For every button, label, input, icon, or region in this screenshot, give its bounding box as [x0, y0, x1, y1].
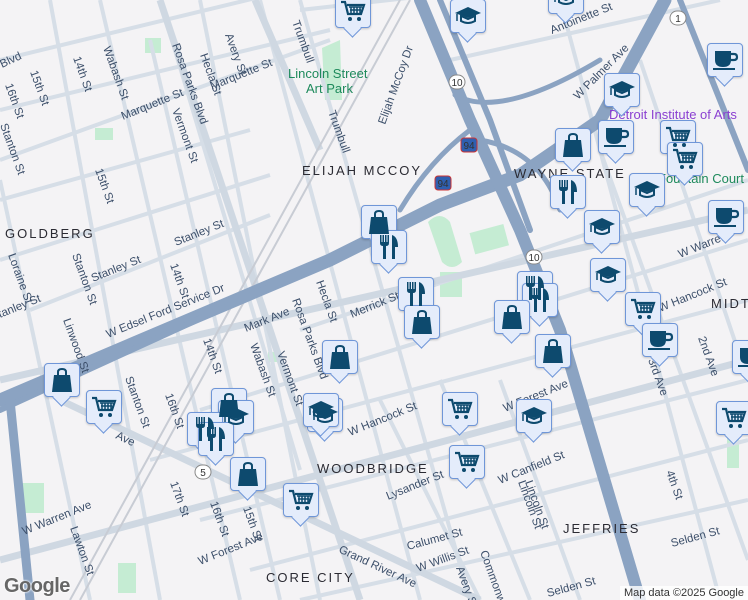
park-label[interactable]: Art Park: [306, 81, 353, 96]
cart-marker[interactable]: [86, 390, 122, 424]
restaurant-marker[interactable]: [522, 283, 558, 317]
graduation-cap-icon: [633, 179, 661, 201]
coffee-marker[interactable]: [642, 323, 678, 357]
street-label: 15th St: [92, 167, 116, 206]
park-label[interactable]: Lincoln Street: [288, 66, 368, 81]
graduation-cap-marker[interactable]: [450, 0, 486, 33]
shopping-bag-icon: [500, 304, 524, 330]
restaurant-icon: [204, 425, 228, 453]
shield-number: 1: [675, 14, 681, 25]
restaurant-icon: [528, 286, 552, 314]
shopping-bag-marker[interactable]: [555, 128, 591, 162]
restaurant-icon: [377, 233, 401, 261]
street-label: 4th St: [663, 469, 685, 502]
interstate-shield: 94: [460, 137, 478, 153]
shopping-bag-icon: [561, 132, 585, 158]
cart-icon: [454, 450, 480, 474]
coffee-icon: [646, 328, 674, 352]
cart-marker[interactable]: [442, 392, 478, 426]
graduation-cap-marker[interactable]: [590, 258, 626, 292]
coffee-icon: [602, 125, 630, 149]
graduation-cap-marker[interactable]: [604, 73, 640, 107]
shopping-bag-marker[interactable]: [494, 300, 530, 334]
graduation-cap-icon: [588, 216, 616, 238]
street-label: Avery St: [453, 565, 479, 600]
shield-number: 94: [437, 179, 449, 190]
shopping-bag-icon: [50, 367, 74, 393]
graduation-cap-icon: [520, 405, 548, 427]
street-label: Wabash St: [100, 45, 131, 102]
coffee-marker[interactable]: [732, 340, 748, 374]
neighborhood-label: JEFFRIES: [563, 521, 640, 536]
neighborhood-label: WOODBRIDGE: [317, 461, 429, 476]
state-route-shield: 10: [448, 74, 466, 90]
shopping-bag-marker[interactable]: [322, 340, 358, 374]
coffee-icon: [711, 48, 739, 72]
cart-marker[interactable]: [449, 445, 485, 479]
graduation-cap-marker[interactable]: [548, 0, 584, 14]
shield-number: 10: [451, 78, 463, 89]
cart-icon: [721, 406, 747, 430]
graduation-cap-icon: [307, 399, 335, 421]
coffee-marker[interactable]: [707, 43, 743, 77]
google-logo[interactable]: Google: [4, 575, 70, 598]
shield-number: 10: [528, 253, 540, 264]
cart-marker[interactable]: [716, 401, 748, 435]
cart-icon: [340, 0, 366, 23]
cart-marker[interactable]: [667, 142, 703, 176]
cart-marker[interactable]: [625, 292, 661, 326]
shopping-bag-marker[interactable]: [44, 363, 80, 397]
cart-marker[interactable]: [283, 483, 319, 517]
shopping-bag-icon: [410, 309, 434, 335]
shopping-bag-marker[interactable]: [535, 334, 571, 368]
shield-number: 5: [200, 468, 206, 479]
restaurant-icon: [404, 280, 428, 308]
graduation-cap-marker[interactable]: [584, 210, 620, 244]
graduation-cap-icon: [454, 5, 482, 27]
shopping-bag-icon: [367, 209, 391, 235]
state-route-shield: 1: [669, 10, 687, 26]
neighborhood-label: GOLDBERG: [5, 226, 95, 241]
restaurant-marker[interactable]: [550, 175, 586, 209]
neighborhood-label: ELIJAH MCCOY: [302, 163, 422, 178]
street-label: Selden St: [670, 525, 722, 550]
cart-icon: [91, 395, 117, 419]
state-route-shield: 10: [525, 249, 543, 265]
cart-icon: [630, 297, 656, 321]
shield-number: 94: [463, 141, 475, 152]
interstate-shield: 94: [434, 175, 452, 191]
coffee-icon: [712, 205, 740, 229]
cart-icon: [665, 125, 691, 149]
shopping-bag-icon: [541, 338, 565, 364]
state-route-shield: 5: [194, 464, 212, 480]
shopping-bag-marker[interactable]: [404, 305, 440, 339]
street-label: 16th St: [2, 82, 26, 121]
graduation-cap-marker[interactable]: [516, 399, 552, 433]
street-label: 16th St: [207, 500, 231, 539]
coffee-marker[interactable]: [708, 200, 744, 234]
shopping-bag-marker[interactable]: [230, 457, 266, 491]
map-attribution[interactable]: Map data ©2025 Google: [619, 586, 748, 600]
cart-icon: [288, 488, 314, 512]
cart-marker[interactable]: [335, 0, 371, 28]
cart-icon: [672, 147, 698, 171]
street-label: 14th St: [70, 55, 94, 94]
shopping-bag-icon: [236, 461, 260, 487]
coffee-icon: [736, 345, 748, 369]
graduation-cap-icon: [608, 79, 636, 101]
restaurant-marker[interactable]: [371, 230, 407, 264]
neighborhood-label: MIDT: [711, 296, 748, 311]
restaurant-icon: [556, 178, 580, 206]
graduation-cap-icon: [594, 264, 622, 286]
graduation-cap-marker[interactable]: [629, 173, 665, 207]
shopping-bag-icon: [328, 344, 352, 370]
coffee-marker[interactable]: [598, 120, 634, 154]
graduation-cap-icon: [552, 0, 580, 8]
neighborhood-label: CORE CITY: [266, 570, 355, 585]
street-label: Elijah McCoy Dr: [377, 44, 417, 126]
cart-icon: [447, 397, 473, 421]
